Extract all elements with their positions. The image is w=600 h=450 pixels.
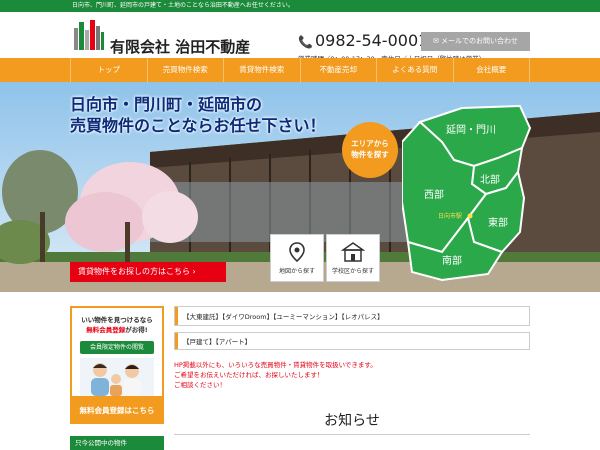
nav-company[interactable]: 会社概要: [452, 58, 530, 82]
map-label-west: 西部: [424, 188, 444, 201]
rent-button-label: 賃貸物件をお探しの方はこちら: [78, 267, 190, 276]
logo-icon[interactable]: [72, 18, 106, 52]
mail-contact-button[interactable]: ✉ メールでのお問い合わせ: [421, 32, 530, 51]
area-map[interactable]: 延岡・門川 北部 西部 東部 南部 日向市駅: [402, 102, 532, 282]
nav-rent-search[interactable]: 賃貸物件検索: [223, 58, 300, 82]
hero-banner: 日向市・門川町・延岡市の 売買物件のことならお任せ下さい！ エリアから 物件を探…: [0, 82, 600, 292]
nav-sell[interactable]: 不動産売却: [299, 58, 377, 82]
sidebar-heading-public-properties[interactable]: 只今公開中の物件: [70, 436, 164, 450]
phone-number[interactable]: 📞 0982-54-0001: [298, 31, 428, 50]
brand-tags-box[interactable]: 【大東建託】【ダイワDroom】【ユーミーマンション】【レオパレス】: [174, 306, 530, 326]
member-promo-line1: いい物件を見つけるなら: [81, 316, 153, 324]
hero-title: 日向市・門川町・延岡市の 売買物件のことならお任せ下さい！: [70, 94, 326, 136]
type-tags-box[interactable]: 【戸建て】【アパート】: [174, 332, 530, 350]
rent-search-button[interactable]: 賃貸物件をお探しの方はこちら ›: [70, 262, 226, 282]
news-heading: お知らせ: [324, 413, 380, 429]
member-only-properties-button[interactable]: 会員限定物件の閲覧: [80, 341, 154, 354]
area-button-line1: エリアから: [351, 139, 389, 148]
map-station-label: 日向市駅: [438, 212, 462, 220]
mail-icon: ✉: [432, 37, 442, 45]
notice-line1: HP掲載以外にも、いろいろな売買物件・賃貸物件を取扱いできます。: [174, 361, 377, 369]
family-photo: [80, 358, 154, 396]
chevron-right-icon: ›: [190, 267, 196, 276]
notice-line3: ご相談ください！: [174, 381, 226, 389]
company-name[interactable]: 有限会社 治田不動産: [110, 36, 250, 57]
station-marker-icon: [467, 213, 473, 219]
map-label-north: 北部: [480, 173, 500, 186]
map-pin-icon: [289, 242, 305, 263]
area-button-line2: 物件を探す: [351, 150, 389, 159]
map-label-south: 南部: [442, 254, 462, 267]
map-search-button[interactable]: 地図から探す: [270, 234, 324, 282]
top-info-bar: 日向市、門川町、延岡市の戸建て・土地のことなら治田不動産へお任せください。: [0, 0, 600, 12]
member-promo-line2: 無料会員登録がお得!: [72, 324, 162, 334]
mail-button-label: メールでのお問い合わせ: [441, 37, 519, 45]
nav-faq[interactable]: よくある質問: [376, 58, 453, 82]
nav-top[interactable]: トップ: [70, 58, 147, 82]
hero-title-line2: 売買物件のことならお任せ下さい！: [70, 116, 326, 135]
site-header: 有限会社 治田不動産 📞0982-54-0001 営業時間／9：00-17：30…: [0, 12, 600, 63]
free-register-button[interactable]: 無料会員登録はこちら: [70, 398, 164, 424]
notice-line2: ご希望をお伝えいただければ、お探しいたします！: [174, 371, 324, 379]
map-search-label: 地図から探す: [278, 268, 315, 275]
school-icon: [341, 242, 365, 262]
school-search-button[interactable]: 学校区から探す: [326, 234, 380, 282]
member-register-box: いい物件を見つけるなら 無料会員登録がお得! 会員限定物件の閲覧: [70, 306, 164, 398]
school-search-label: 学校区から探す: [331, 268, 374, 275]
map-label-east: 東部: [488, 216, 508, 229]
news-divider: [174, 434, 530, 435]
notice-text: HP掲載以外にも、いろいろな売買物件・賃貸物件を取扱いできます。 ご希望をお伝え…: [174, 360, 377, 390]
free-register-highlight: 無料会員登録: [86, 326, 126, 334]
hero-title-line1: 日向市・門川町・延岡市の: [70, 95, 263, 114]
main-nav: トップ 売買物件検索 賃貸物件検索 不動産売却 よくある質問 会社概要: [0, 58, 600, 82]
map-label-nobeoka: 延岡・門川: [446, 124, 496, 136]
phone-icon: 📞: [298, 35, 313, 49]
area-search-button[interactable]: エリアから 物件を探す: [342, 122, 398, 178]
phone-text: 0982-54-0001: [314, 31, 429, 50]
nav-sale-search[interactable]: 売買物件検索: [146, 58, 224, 82]
member-promo-suffix: がお得!: [125, 326, 148, 334]
